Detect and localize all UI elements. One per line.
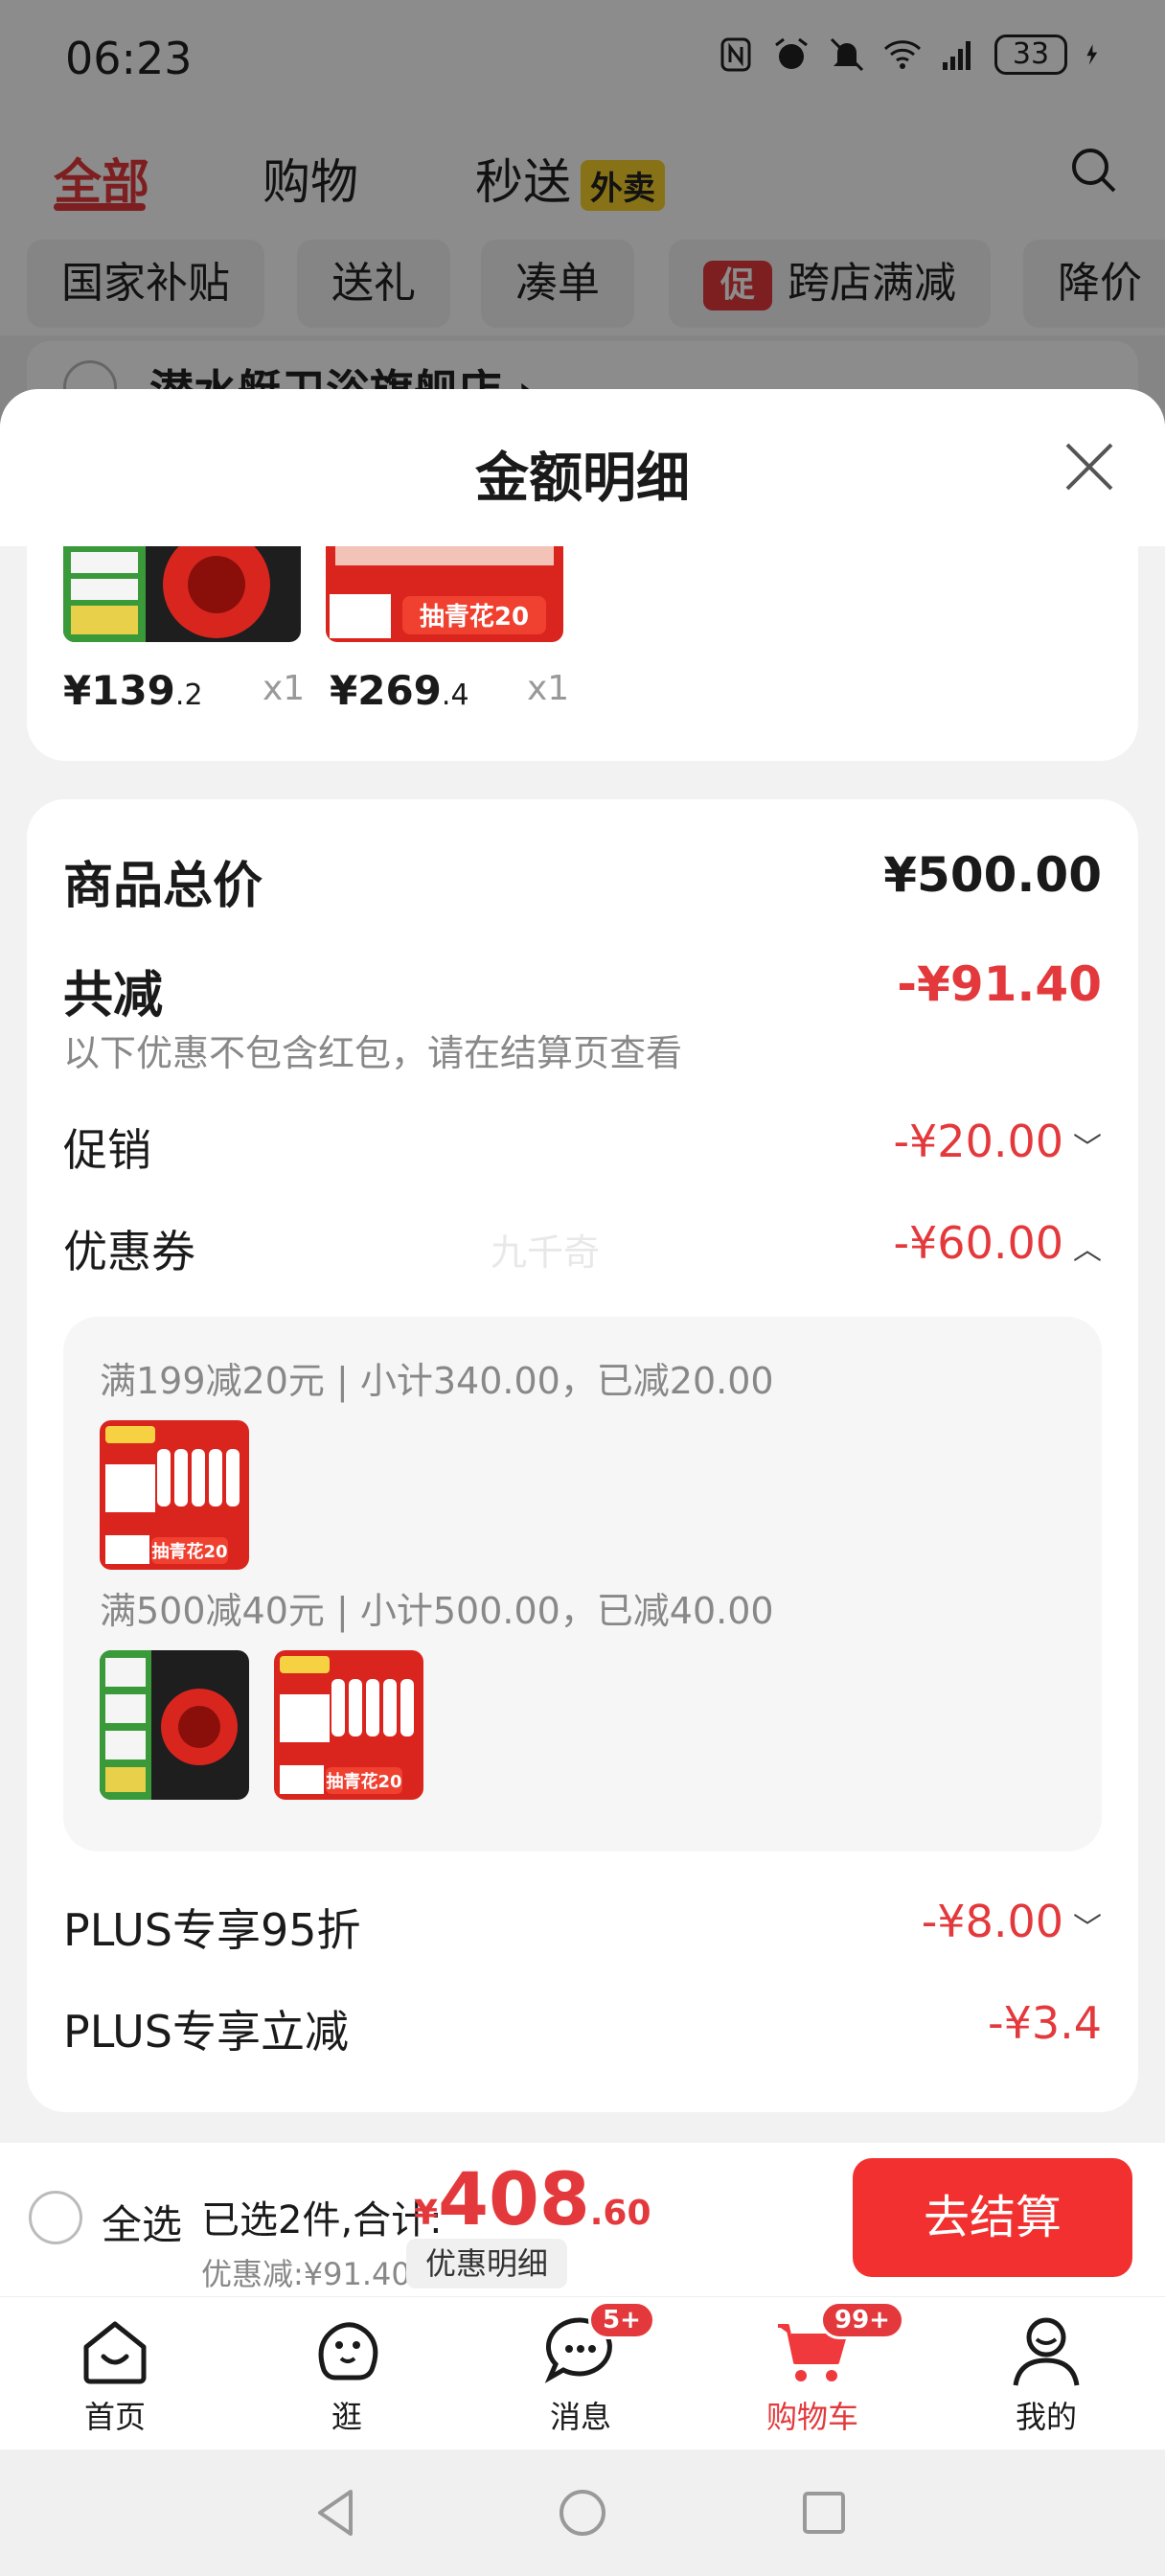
- coupon-product-image-water-2[interactable]: 抽青花20: [274, 1650, 423, 1800]
- chevron-down-icon: ﹀: [1073, 1911, 1102, 1945]
- chevron-down-icon: ﹀: [1073, 1131, 1102, 1165]
- coupon-product-image-water[interactable]: 抽青花20: [100, 1420, 249, 1570]
- plus95-row-toggle[interactable]: -¥8.00 ﹀: [922, 1896, 1102, 1947]
- home-circle-icon[interactable]: [554, 2484, 611, 2542]
- total-integer: 408: [438, 2156, 590, 2242]
- nav-home[interactable]: 首页: [29, 2312, 201, 2437]
- nav-messages-label: 消息: [549, 2399, 611, 2435]
- chevron-up-icon: ︿: [1073, 1232, 1102, 1267]
- reduce-note: 以下优惠不包含红包，请在结算页查看: [63, 1032, 683, 1074]
- home-icon: [77, 2312, 153, 2389]
- coupon-details-box: 满199减20元 | 小计340.00，已减20.00 抽青花20 满500减4…: [63, 1317, 1102, 1852]
- promo-label: 促销: [63, 1124, 151, 1176]
- product-price-2-dec: .4: [441, 678, 469, 712]
- plus95-value: -¥8.00: [921, 1896, 1063, 1947]
- nav-messages[interactable]: 5+ 消息: [494, 2301, 667, 2437]
- coupon-value: -¥60.00: [893, 1217, 1063, 1269]
- checkout-bar: 全选 已选2件,合计: ¥408.60 优惠减:¥91.40 优惠明细 去结算: [0, 2143, 1165, 2296]
- coupon-product-overlay-text: 抽青花20: [151, 1541, 227, 1562]
- message-icon: 5+: [542, 2301, 655, 2389]
- nav-profile[interactable]: 我的: [960, 2312, 1132, 2437]
- total-amount: ¥408.60: [414, 2156, 651, 2242]
- cart-badge: 99+: [820, 2301, 904, 2339]
- profile-icon: [1008, 2312, 1085, 2389]
- total-reduce-label: 共减: [63, 967, 164, 1024]
- product-qty-2: x1: [527, 669, 570, 708]
- nav-profile-label: 我的: [1015, 2399, 1077, 2435]
- nav-explore-label: 逛: [331, 2399, 362, 2435]
- total-currency: ¥: [414, 2194, 439, 2233]
- plus-direct-value: -¥3.4: [987, 1997, 1102, 2049]
- coupon-product-overlay-text-2: 抽青花20: [326, 1771, 401, 1792]
- plus-direct-label: PLUS专享立减: [63, 2006, 349, 2058]
- select-all-radio[interactable]: [29, 2191, 82, 2244]
- product-price-1: ¥139.2: [63, 667, 203, 714]
- system-nav-bar: [0, 2450, 1165, 2576]
- coupon-rule-2: 满500减40元 | 小计500.00，已减40.00: [100, 1590, 774, 1632]
- nav-explore[interactable]: 逛: [261, 2312, 433, 2437]
- promo-value: -¥20.00: [893, 1116, 1063, 1167]
- close-icon[interactable]: [1060, 437, 1119, 496]
- bottom-nav: 首页 逛 5+ 消息 99+ 购物车 我的: [0, 2296, 1165, 2450]
- recents-icon[interactable]: [795, 2484, 853, 2542]
- coupon-label: 优惠券: [63, 1226, 195, 1277]
- nav-cart[interactable]: 99+ 购物车: [726, 2301, 904, 2437]
- product-list-card: 抽青花20 ¥139.2 x1 ¥269.4 x1: [27, 546, 1138, 761]
- selected-count-text: 已选2件,合计:: [201, 2198, 443, 2242]
- watermark-text: 九千奇: [491, 1231, 601, 1274]
- sheet-header: 金额明细: [0, 389, 1165, 546]
- product-price-2: ¥269.4: [330, 667, 469, 714]
- product-image-2[interactable]: 抽青花20: [326, 546, 563, 642]
- total-reduce-value: -¥91.40: [897, 956, 1102, 1012]
- messages-badge: 5+: [588, 2301, 655, 2339]
- product-image-1[interactable]: [63, 546, 301, 642]
- nav-home-label: 首页: [83, 2399, 146, 2435]
- product-price-1-int: ¥139: [63, 667, 175, 714]
- product-price-2-int: ¥269: [330, 667, 442, 714]
- total-price-value: ¥500.00: [883, 847, 1102, 903]
- promo-row-toggle[interactable]: -¥20.00 ﹀: [893, 1116, 1102, 1167]
- select-all-label[interactable]: 全选: [102, 2193, 182, 2251]
- product-overlay-text: 抽青花20: [420, 603, 529, 632]
- total-decimal: .60: [589, 2194, 651, 2233]
- back-icon[interactable]: [308, 2484, 366, 2542]
- explore-icon: [308, 2312, 385, 2389]
- coupon-row-toggle[interactable]: -¥60.00 ︿: [893, 1217, 1102, 1269]
- discount-detail-button[interactable]: 优惠明细: [406, 2239, 568, 2288]
- coupon-rule-1: 满199减20元 | 小计340.00，已减20.00: [100, 1360, 774, 1402]
- product-price-1-dec: .2: [174, 678, 203, 712]
- checkout-button[interactable]: 去结算: [853, 2158, 1132, 2277]
- total-price-label: 商品总价: [63, 858, 263, 915]
- coupon-product-image-drain[interactable]: [100, 1650, 249, 1800]
- product-qty-1: x1: [263, 669, 306, 708]
- plus95-label: PLUS专享95折: [63, 1904, 361, 1956]
- discount-summary: 优惠减:¥91.40: [201, 2256, 411, 2292]
- sheet-title: 金额明细: [475, 448, 690, 510]
- amount-details-sheet: 金额明细 抽青花20 ¥139.2 x1 ¥269.4 x1 商品总价 ¥500…: [0, 389, 1165, 2143]
- cart-icon: 99+: [774, 2301, 904, 2389]
- price-breakdown-card: 商品总价 ¥500.00 共减 -¥91.40 以下优惠不包含红包，请在结算页查…: [27, 799, 1138, 2112]
- nav-cart-label: 购物车: [765, 2399, 858, 2435]
